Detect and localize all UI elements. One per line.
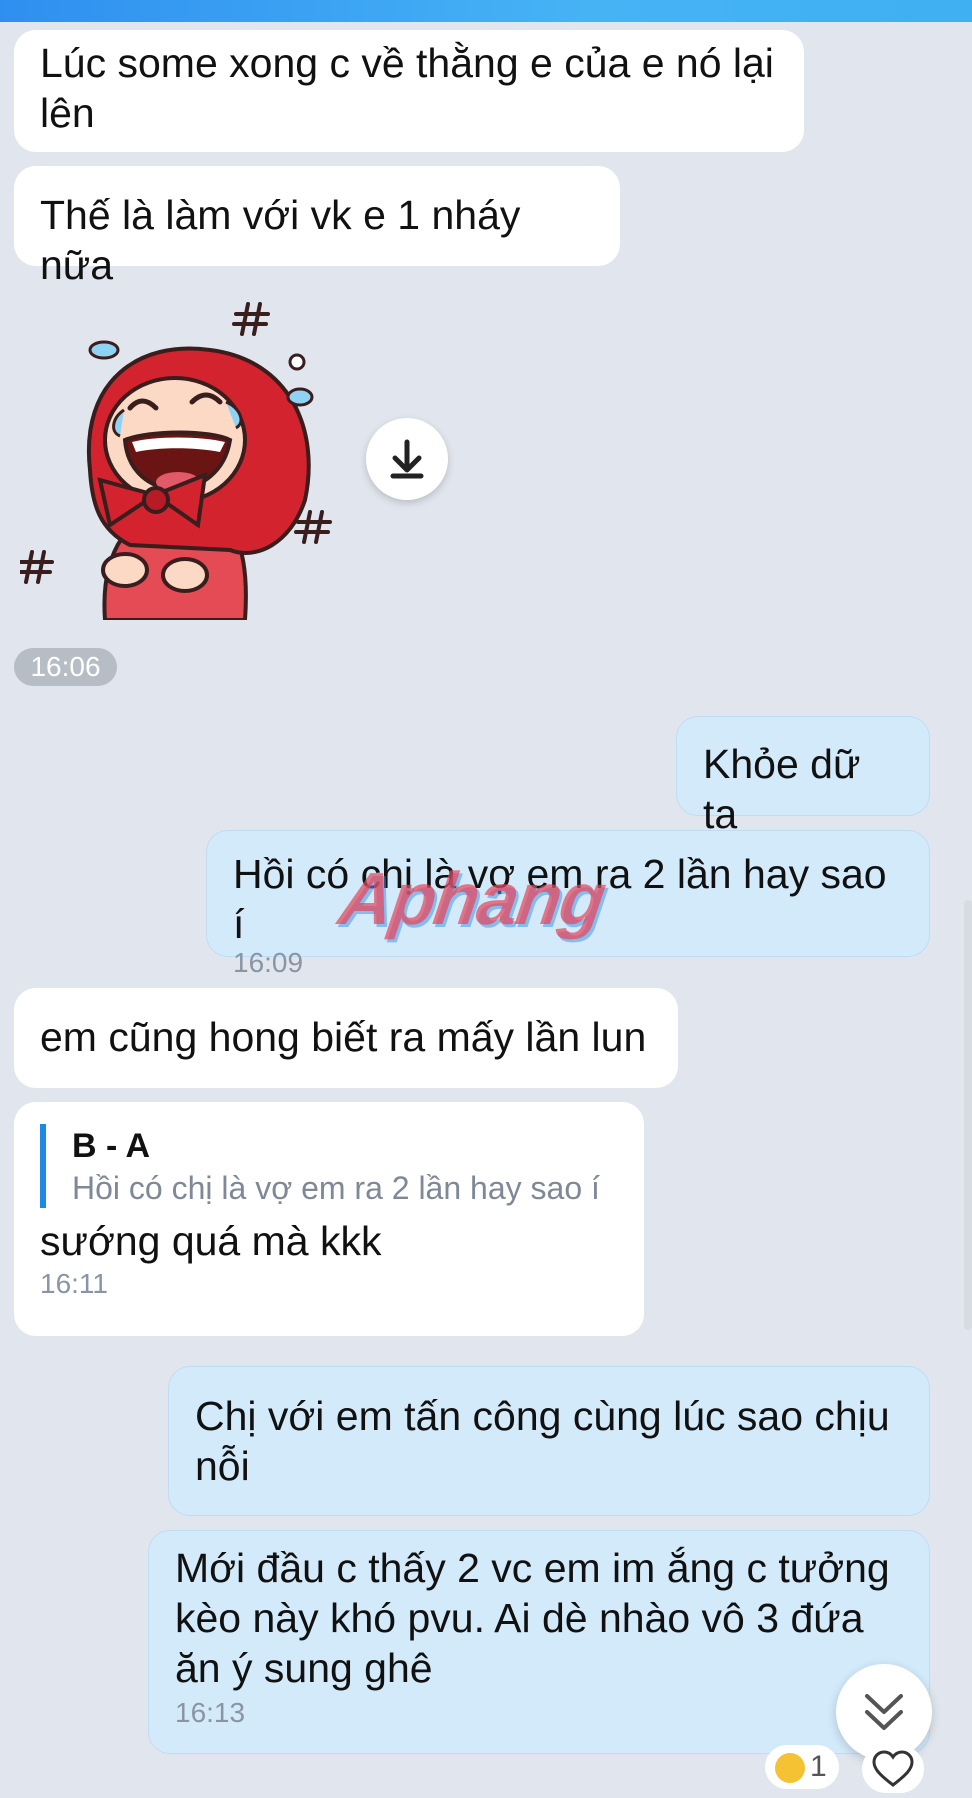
download-button[interactable] [366,418,448,500]
message-incoming[interactable]: Thế là làm với vk e 1 nháy nữa [14,166,620,288]
scrollbar[interactable] [964,900,972,1330]
crying-laughing-girl-sticker [18,302,332,622]
message-text: Hồi có chị là vợ em ra 2 lần hay sao í [233,851,887,947]
message-time: 16:09 [233,947,304,978]
message-incoming[interactable]: em cũng hong biết ra mấy lần lun [14,988,678,1088]
message-text: sướng quá mà kkk [40,1218,382,1264]
message-text: Mới đầu c thấy 2 vc em im ắng c tưởng kè… [175,1545,890,1691]
reply-quote[interactable]: B - A Hồi có chị là vợ em ra 2 lần hay s… [40,1124,618,1208]
message-time: 16:11 [40,1268,108,1299]
message-incoming-reply[interactable]: B - A Hồi có chị là vợ em ra 2 lần hay s… [14,1102,644,1336]
like-button[interactable] [862,1745,924,1793]
message-outgoing[interactable]: Chị với em tấn công cùng lúc sao chịu nỗ… [168,1366,930,1516]
reaction-count: 1 [810,1750,827,1783]
message-outgoing[interactable]: Mới đầu c thấy 2 vc em im ắng c tưởng kè… [148,1530,930,1754]
message-outgoing[interactable]: Hồi có chị là vợ em ra 2 lần hay sao í 1… [206,830,930,978]
message-text: Thế là làm với vk e 1 nháy nữa [40,192,521,288]
quote-text: Hồi có chị là vợ em ra 2 lần hay sao í [72,1170,600,1206]
message-text: Chị với em tấn công cùng lúc sao chịu nỗ… [195,1393,890,1489]
message-time-badge: 16:06 [14,648,117,686]
message-text: Lúc some xong c về thằng e của e nó lại … [40,40,774,136]
message-outgoing[interactable]: Khỏe dữ ta [676,716,930,837]
top-status-bar [0,0,972,22]
sticker[interactable] [18,290,350,622]
message-time: 16:13 [175,1697,246,1728]
message-incoming[interactable]: Lúc some xong c về thằng e của e nó lại … [14,30,804,152]
message-text: Khỏe dữ ta [703,741,861,837]
download-icon [390,439,424,479]
heart-icon [872,1750,914,1787]
message-text: em cũng hong biết ra mấy lần lun [40,1014,647,1060]
laughing-emoji-icon [775,1753,805,1783]
reaction-badge[interactable]: 1 [765,1745,839,1789]
quote-author: B - A [72,1127,151,1165]
